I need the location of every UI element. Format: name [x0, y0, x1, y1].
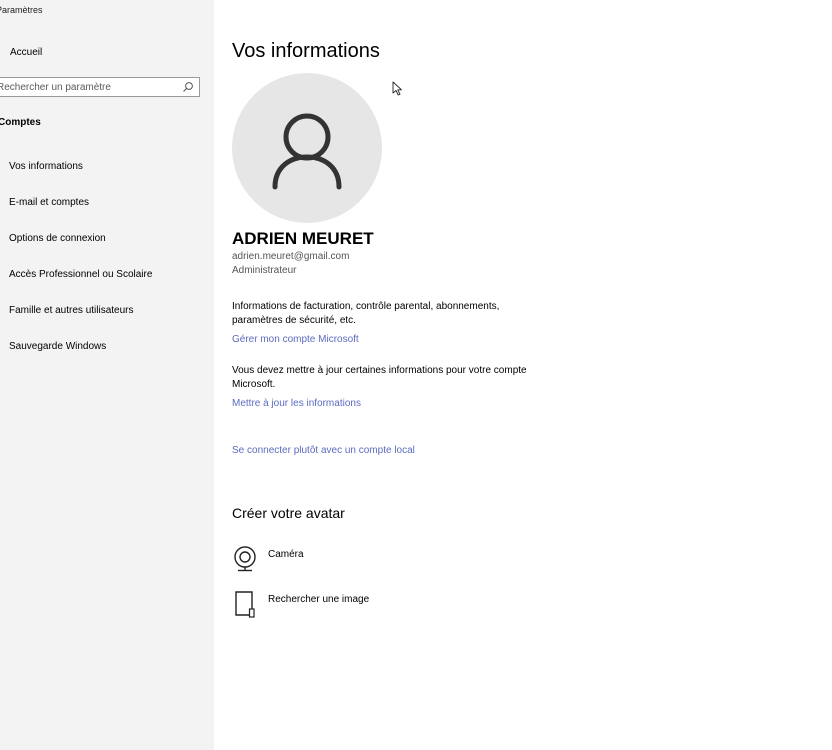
mouse-cursor-icon: [392, 81, 402, 96]
home-label: Accueil: [10, 47, 43, 58]
browse-image-icon: [235, 591, 255, 618]
browse-image-option[interactable]: Rechercher une image: [232, 590, 369, 620]
local-account-link[interactable]: Se connecter plutôt avec un compte local: [232, 445, 415, 456]
sidebar-item-vos-informations[interactable]: Vos informations: [9, 161, 83, 172]
avatar-section-title: Créer votre avatar: [232, 505, 345, 521]
user-name: ADRIEN MEURET: [232, 229, 374, 248]
sidebar-item-famille[interactable]: Famille et autres utilisateurs: [9, 305, 134, 316]
search-box[interactable]: [0, 77, 200, 97]
update-info-text: Vous devez mettre à jour certaines infor…: [232, 365, 527, 390]
update-info-link[interactable]: Mettre à jour les informations: [232, 398, 361, 409]
search-icon[interactable]: [182, 81, 194, 93]
sidebar: Paramètres Accueil Comptes Vos informati…: [0, 0, 214, 750]
sidebar-item-acces-professionnel[interactable]: Accès Professionnel ou Scolaire: [9, 269, 152, 280]
sidebar-item-options-connexion[interactable]: Options de connexion: [9, 233, 106, 244]
manage-account-link[interactable]: Gérer mon compte Microsoft: [232, 334, 359, 345]
camera-option-label: Caméra: [268, 549, 304, 560]
search-input[interactable]: [0, 81, 177, 93]
camera-option[interactable]: Caméra: [232, 545, 304, 573]
sidebar-item-sauvegarde[interactable]: Sauvegarde Windows: [9, 341, 106, 352]
billing-info-text: Informations de facturation, contrôle pa…: [232, 301, 500, 326]
camera-icon: [234, 546, 256, 572]
user-role: Administrateur: [232, 265, 297, 276]
user-avatar: [232, 73, 382, 223]
browse-image-option-label: Rechercher une image: [268, 594, 370, 605]
page-title: Vos informations: [232, 40, 380, 62]
app-title: Paramètres: [0, 5, 43, 15]
person-icon: [272, 113, 342, 190]
main-content: Vos informations ADRIEN MEURET adrien.me…: [214, 0, 832, 750]
user-email: adrien.meuret@gmail.com: [232, 251, 350, 262]
sidebar-item-email-comptes[interactable]: E-mail et comptes: [9, 197, 89, 208]
home-button[interactable]: Accueil: [10, 47, 42, 58]
section-label: Comptes: [0, 117, 41, 128]
